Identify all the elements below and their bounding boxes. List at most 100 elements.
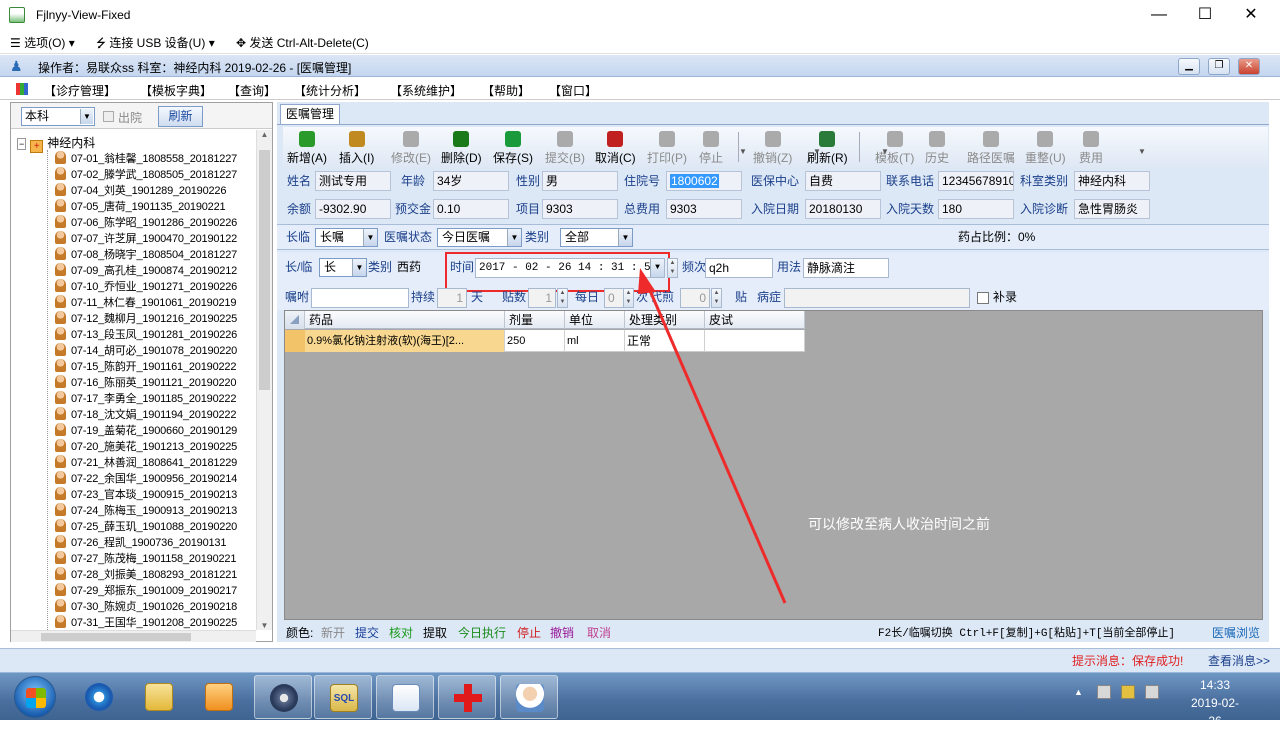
patient-tree-item[interactable]: 07-15_陈韵开_1901161_20190222: [55, 358, 236, 374]
cell-unit[interactable]: ml: [565, 330, 625, 352]
patient-tree-item[interactable]: 07-06_陈学昭_1901286_20190226: [55, 214, 237, 230]
chevron-down-icon[interactable]: ▼: [650, 259, 664, 277]
usage-input[interactable]: 静脉滴注: [803, 258, 889, 278]
type-filter-select[interactable]: 全部 ▼: [560, 228, 633, 247]
hospital-taskbar-button[interactable]: [438, 675, 496, 719]
patient-tree-item[interactable]: 07-20_施美花_1901213_20190225: [55, 438, 237, 454]
patient-tree-item[interactable]: 07-30_陈婉贞_1901026_20190218: [55, 598, 237, 614]
menu-template[interactable]: 【模板字典】: [140, 82, 212, 99]
patient-tree-item[interactable]: 07-23_官本琰_1900915_20190213: [55, 486, 237, 502]
toolbar-button-stop[interactable]: 停止: [699, 129, 723, 167]
patient-tree-item[interactable]: 07-14_胡可必_1901078_20190220: [55, 342, 237, 358]
close-button[interactable]: ✕: [1228, 0, 1274, 30]
minimize-button[interactable]: —: [1136, 0, 1182, 30]
patient-tree-item[interactable]: 07-01_翁桂馨_1808558_20181227: [55, 150, 237, 166]
note-input[interactable]: [311, 288, 409, 308]
patient-tree-item[interactable]: 07-21_林善润_1808641_20181229: [55, 454, 237, 470]
doctor-taskbar-button[interactable]: [500, 675, 558, 719]
toolbar-button-cancel[interactable]: 取消(C): [595, 129, 636, 167]
chevron-down-icon[interactable]: ▼: [80, 109, 93, 124]
patient-tree-item[interactable]: 07-09_高孔桂_1900874_20190212: [55, 262, 237, 278]
chevron-down-icon[interactable]: ▼: [363, 229, 377, 246]
duration-input[interactable]: 1: [437, 288, 467, 308]
discharge-checkbox[interactable]: [103, 111, 114, 122]
collapse-icon[interactable]: −: [17, 138, 27, 150]
cell-skin-test[interactable]: [705, 330, 805, 352]
menu-system[interactable]: 【系统维护】: [390, 82, 462, 99]
print-dropdown-arrow[interactable]: ▼: [739, 147, 747, 156]
cell-drug[interactable]: 0.9%氯化钠注射液(软)(海王)[2...: [305, 330, 505, 352]
toolbar-button-delete[interactable]: 删除(D): [441, 129, 482, 167]
toolbar-button-insert[interactable]: 插入(I): [339, 129, 374, 167]
col-drug[interactable]: 药品: [305, 311, 505, 329]
explorer-taskbar-button[interactable]: [130, 675, 188, 719]
toolbar-button-fee[interactable]: 费用: [1079, 129, 1103, 167]
tree-hscroll[interactable]: [11, 630, 256, 642]
patient-tree-item[interactable]: 07-24_陈梅玉_1900913_20190213: [55, 502, 237, 518]
patient-tree-item[interactable]: 07-16_陈丽英_1901121_20190220: [55, 374, 236, 390]
patient-tree-item[interactable]: 07-11_林仁春_1901061_20190219: [55, 294, 236, 310]
row-selector[interactable]: [285, 330, 305, 352]
patient-tree-item[interactable]: 07-26_程凯_1900736_20190131: [55, 534, 226, 550]
chevron-down-icon[interactable]: ▼: [352, 259, 366, 276]
media-taskbar-button[interactable]: [190, 675, 248, 719]
decoction-input[interactable]: 0: [680, 288, 710, 308]
order-time-picker[interactable]: 2017 - 02 - 26 14 : 31 : 54 ▼: [475, 258, 665, 278]
ie-taskbar-button[interactable]: [70, 675, 128, 719]
dept-select[interactable]: 本科 ▼: [21, 107, 95, 126]
patient-tree-item[interactable]: 07-07_许芝屏_1900470_20190122: [55, 230, 237, 246]
compass-taskbar-button[interactable]: [254, 675, 312, 719]
menu-query[interactable]: 【查询】: [228, 82, 276, 99]
network-icon[interactable]: [1097, 685, 1111, 699]
sql-taskbar-button[interactable]: SQL: [314, 675, 372, 719]
cell-process-type[interactable]: 正常: [625, 330, 705, 352]
patient-tree-item[interactable]: 07-17_李勇全_1901185_20190222: [55, 390, 236, 406]
patient-tree-item[interactable]: 07-04_刘英_1901289_20190226: [55, 182, 226, 198]
view-messages-link[interactable]: 查看消息>>: [1208, 652, 1270, 669]
time-spinner[interactable]: ▲ ▼: [667, 258, 678, 278]
volume-icon[interactable]: [1145, 685, 1159, 699]
status-filter-select[interactable]: 今日医嘱 ▼: [437, 228, 522, 247]
cell-dose[interactable]: 250: [505, 330, 565, 352]
tree-vscroll[interactable]: ▲ ▼: [256, 130, 272, 630]
long-temp-select[interactable]: 长 ▼: [319, 258, 367, 277]
dose-count-input[interactable]: 1: [528, 288, 556, 308]
col-unit[interactable]: 单位: [565, 311, 625, 329]
patient-tree-item[interactable]: 07-25_薛玉玑_1901088_20190220: [55, 518, 237, 534]
patient-tree-item[interactable]: 07-29_郑振东_1901009_20190217: [55, 582, 237, 598]
toolbar-button-pathway[interactable]: 路径医嘱: [967, 129, 1015, 167]
mdi-close-button[interactable]: ✕: [1238, 58, 1260, 75]
chevron-down-icon[interactable]: ▼: [507, 229, 521, 246]
toolbar-button-add[interactable]: 新增(A): [287, 129, 327, 167]
toolbar-button-edit[interactable]: 修改(E): [391, 129, 431, 167]
term-filter-select[interactable]: 长嘱 ▼: [315, 228, 378, 247]
tree-root[interactable]: − + 神经内科: [17, 134, 95, 153]
daily-spinner[interactable]: ▲ ▼: [623, 288, 634, 308]
patient-tree-item[interactable]: 07-10_乔恒业_1901271_20190226: [55, 278, 237, 294]
category-value[interactable]: 西药: [397, 256, 421, 278]
toolbar-button-revoke[interactable]: 撤销(Z): [753, 129, 792, 167]
fee-dropdown-arrow[interactable]: ▼: [1138, 147, 1146, 156]
clock[interactable]: 14:33 2019-02-26: [1185, 676, 1245, 730]
patient-tree-item[interactable]: 07-31_王国华_1901208_20190225: [55, 614, 237, 630]
disease-input[interactable]: [784, 288, 970, 308]
table-row[interactable]: 0.9%氯化钠注射液(软)(海王)[2... 250 ml 正常: [285, 330, 805, 352]
mdi-restore-button[interactable]: ❐: [1208, 58, 1230, 75]
maximize-button[interactable]: ☐: [1182, 0, 1228, 30]
patient-tree-item[interactable]: 07-19_盖菊花_1900660_20190129: [55, 422, 237, 438]
flag-icon[interactable]: [1121, 685, 1135, 699]
patient-tree-item[interactable]: 07-02_滕学武_1808505_20181227: [55, 166, 237, 182]
menu-clinic[interactable]: 【诊疗管理】: [44, 82, 116, 99]
menu-stats[interactable]: 【统计分析】: [294, 82, 366, 99]
tray-expand-icon[interactable]: ▲: [1074, 687, 1083, 697]
start-button[interactable]: [14, 676, 56, 718]
col-dose[interactable]: 剂量: [505, 311, 565, 329]
toolbar-button-print[interactable]: 打印(P): [647, 129, 687, 167]
supplement-checkbox[interactable]: [977, 292, 989, 304]
menu-help[interactable]: 【帮助】: [482, 82, 530, 99]
patient-tree-item[interactable]: 07-18_沈文娟_1901194_20190222: [55, 406, 236, 422]
patient-tree-item[interactable]: 07-12_魏柳月_1901216_20190225: [55, 310, 237, 326]
patient-tree-item[interactable]: 07-13_段玉凤_1901281_20190226: [55, 326, 237, 342]
document-taskbar-button[interactable]: [376, 675, 434, 719]
patient-tree-item[interactable]: 07-05_唐荷_1901135_20190221: [55, 198, 226, 214]
